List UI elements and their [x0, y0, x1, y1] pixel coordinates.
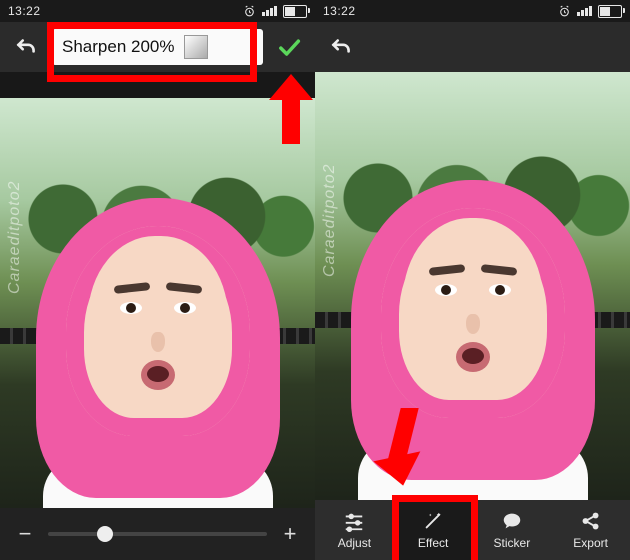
- status-bar: 13:22: [315, 0, 630, 22]
- speech-bubble-icon: [500, 510, 524, 532]
- sliders-icon: [342, 510, 366, 532]
- signal-icon: [262, 6, 277, 16]
- alarm-icon: [558, 5, 571, 18]
- tab-label: Sticker: [494, 536, 531, 550]
- tab-sticker[interactable]: Sticker: [473, 500, 552, 560]
- slider-knob-icon[interactable]: [97, 526, 113, 542]
- status-time: 13:22: [323, 4, 356, 18]
- status-bar: 13:22: [0, 0, 315, 22]
- editor-toolbar: Sharpen 200%: [0, 22, 315, 72]
- battery-icon: [598, 5, 622, 18]
- main-toolbar: [315, 22, 630, 72]
- alarm-icon: [243, 5, 256, 18]
- edit-canvas[interactable]: Caraeditpoto2: [315, 72, 630, 500]
- signal-icon: [577, 6, 592, 16]
- effect-value-pill[interactable]: Sharpen 200%: [52, 29, 263, 65]
- edit-canvas[interactable]: Caraeditpoto2: [0, 98, 315, 508]
- status-time: 13:22: [8, 4, 41, 18]
- bottom-tab-bar: Adjust Effect Sticker: [315, 500, 630, 560]
- battery-icon: [283, 5, 307, 18]
- intensity-slider[interactable]: [48, 532, 267, 536]
- photo-preview: [315, 72, 630, 500]
- tab-label: Effect: [418, 536, 448, 550]
- intensity-slider-bar: − +: [0, 508, 315, 560]
- tab-adjust[interactable]: Adjust: [315, 500, 394, 560]
- magic-wand-icon: [421, 510, 445, 532]
- undo-button[interactable]: [8, 29, 44, 65]
- tab-label: Adjust: [338, 536, 371, 550]
- photo-preview: [0, 98, 315, 508]
- effect-value-label: Sharpen 200%: [62, 37, 174, 57]
- effect-preview-thumb-icon: [184, 35, 208, 59]
- decrease-button[interactable]: −: [14, 521, 36, 547]
- share-icon: [579, 510, 603, 532]
- tab-label: Export: [573, 536, 608, 550]
- confirm-button[interactable]: [271, 29, 307, 65]
- increase-button[interactable]: +: [279, 521, 301, 547]
- tab-export[interactable]: Export: [551, 500, 630, 560]
- undo-button[interactable]: [323, 29, 359, 65]
- tab-effect[interactable]: Effect: [394, 500, 473, 560]
